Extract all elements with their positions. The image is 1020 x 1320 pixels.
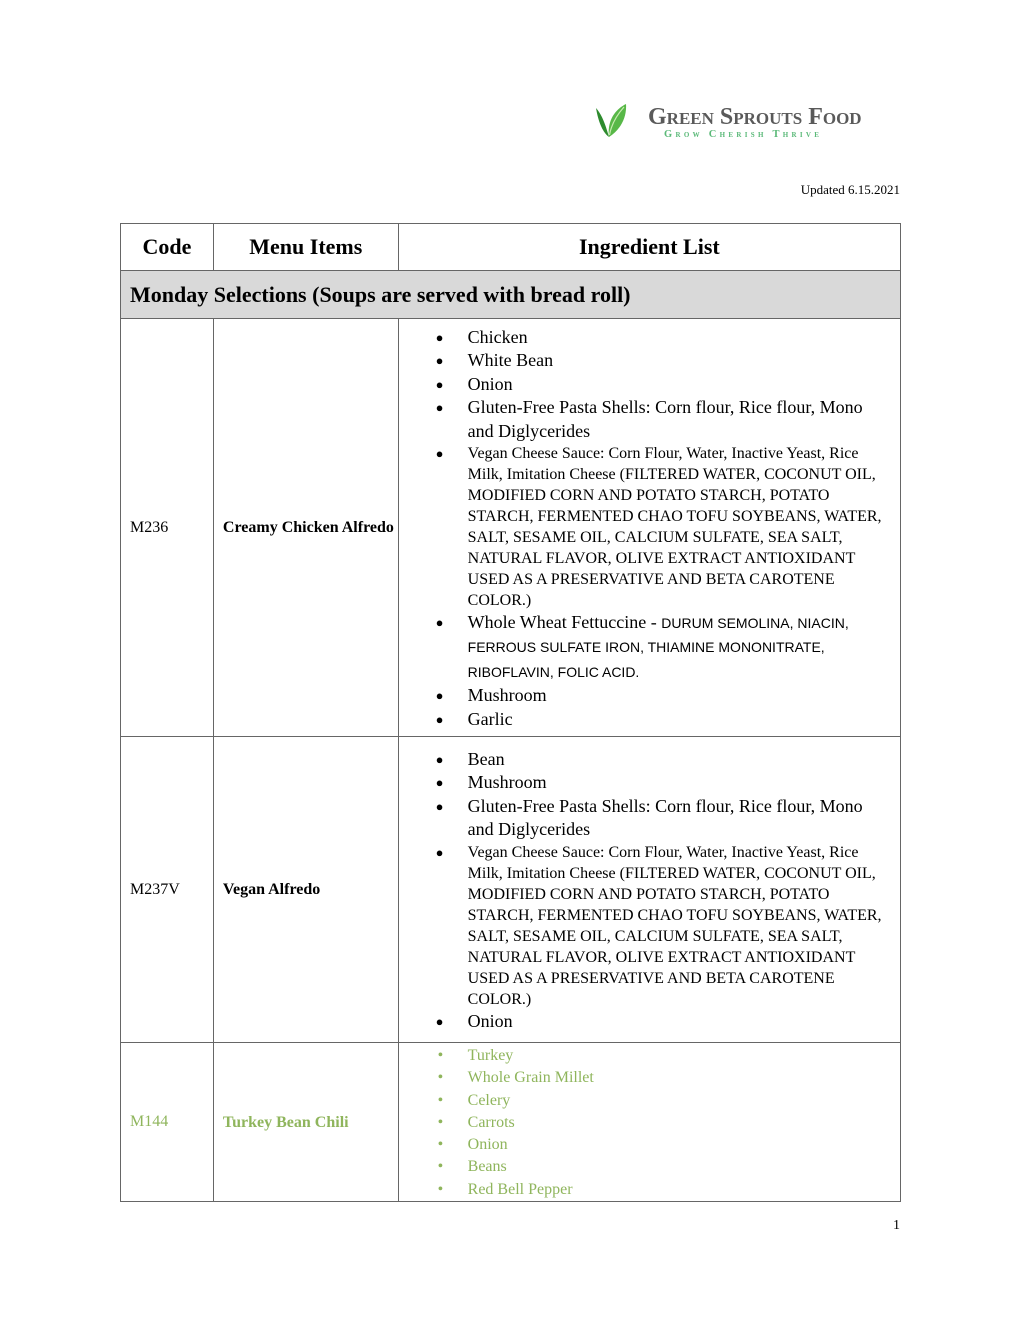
ingredient-item: Turkey bbox=[399, 1045, 890, 1068]
ingredient-item: Beans bbox=[399, 1156, 890, 1179]
ingredient-list: Bean Mushroom Gluten-Free Pasta Shells: … bbox=[399, 746, 890, 1033]
item-code: M237V bbox=[120, 736, 214, 1043]
ingredient-item: Bean bbox=[399, 748, 890, 772]
ingredient-item: White Bean bbox=[399, 349, 890, 373]
item-name: Turkey Bean Chili bbox=[212, 1041, 399, 1203]
brand-tagline: Grow Cherish Thrive bbox=[664, 129, 823, 140]
ingredient-item: Whole Grain Millet bbox=[399, 1067, 890, 1090]
item-code: M236 bbox=[120, 318, 214, 737]
item-name: Creamy Chicken Alfredo bbox=[212, 318, 399, 737]
column-header-ingredient-list: Ingredient List bbox=[397, 223, 902, 271]
menu-table: Code Menu Items Ingredient List Monday S… bbox=[120, 223, 902, 1203]
brand-name: Green Sprouts Food bbox=[648, 104, 862, 130]
ingredient-item: Vegan Cheese Sauce: Corn Flour, Water, I… bbox=[399, 443, 890, 611]
ingredient-item: Onion bbox=[399, 1010, 890, 1034]
brand-logo: Green Sprouts Food Grow Cherish Thrive bbox=[594, 102, 884, 142]
ingredient-item: Carrots bbox=[399, 1112, 890, 1135]
ingredient-cell: Chicken White Bean Onion Gluten-Free Pas… bbox=[397, 318, 902, 737]
leaf-icon bbox=[596, 104, 627, 137]
ingredient-item: Red Bell Pepper bbox=[399, 1179, 890, 1202]
ingredient-item: Gluten-Free Pasta Shells: Corn flour, Ri… bbox=[399, 396, 890, 443]
column-header-menu-items: Menu Items bbox=[212, 223, 399, 271]
item-code: M144 bbox=[120, 1041, 214, 1203]
ingredient-item: Whole Wheat Fettuccine - DURUM SEMOLINA,… bbox=[399, 611, 890, 684]
ingredient-label: Whole Wheat Fettuccine - bbox=[467, 612, 662, 632]
ingredient-item: Onion bbox=[399, 1134, 890, 1157]
ingredient-list: Turkey Whole Grain Millet Celery Carrots… bbox=[399, 1043, 890, 1201]
ingredient-item: Mushroom bbox=[399, 771, 890, 795]
ingredient-item: Celery bbox=[399, 1090, 890, 1113]
ingredient-cell: Turkey Whole Grain Millet Celery Carrots… bbox=[397, 1041, 902, 1203]
ingredient-item: Chicken bbox=[399, 326, 890, 350]
table-row: M236 Creamy Chicken Alfredo Chicken Whit… bbox=[120, 318, 902, 737]
ingredient-item: Vegan Cheese Sauce: Corn Flour, Water, I… bbox=[399, 842, 890, 1010]
item-name: Vegan Alfredo bbox=[212, 736, 399, 1043]
section-title: Monday Selections (Soups are served with… bbox=[120, 270, 901, 319]
updated-date: Updated 6.15.2021 bbox=[800, 182, 900, 197]
page-number: 1 bbox=[893, 1218, 900, 1233]
header-row: Code Menu Items Ingredient List bbox=[120, 223, 902, 271]
ingredient-list: Chicken White Bean Onion Gluten-Free Pas… bbox=[399, 324, 890, 731]
table-row: M144 Turkey Bean Chili Turkey Whole Grai… bbox=[120, 1041, 902, 1203]
ingredient-cell: Bean Mushroom Gluten-Free Pasta Shells: … bbox=[397, 736, 902, 1043]
section-row: Monday Selections (Soups are served with… bbox=[120, 270, 901, 319]
column-header-code: Code bbox=[120, 223, 214, 271]
ingredient-item: Mushroom bbox=[399, 684, 890, 708]
ingredient-item: Onion bbox=[399, 373, 890, 397]
table-row: M237V Vegan Alfredo Bean Mushroom Gluten… bbox=[120, 736, 902, 1043]
ingredient-item: Gluten-Free Pasta Shells: Corn flour, Ri… bbox=[399, 795, 890, 842]
ingredient-item: Garlic bbox=[399, 708, 890, 732]
